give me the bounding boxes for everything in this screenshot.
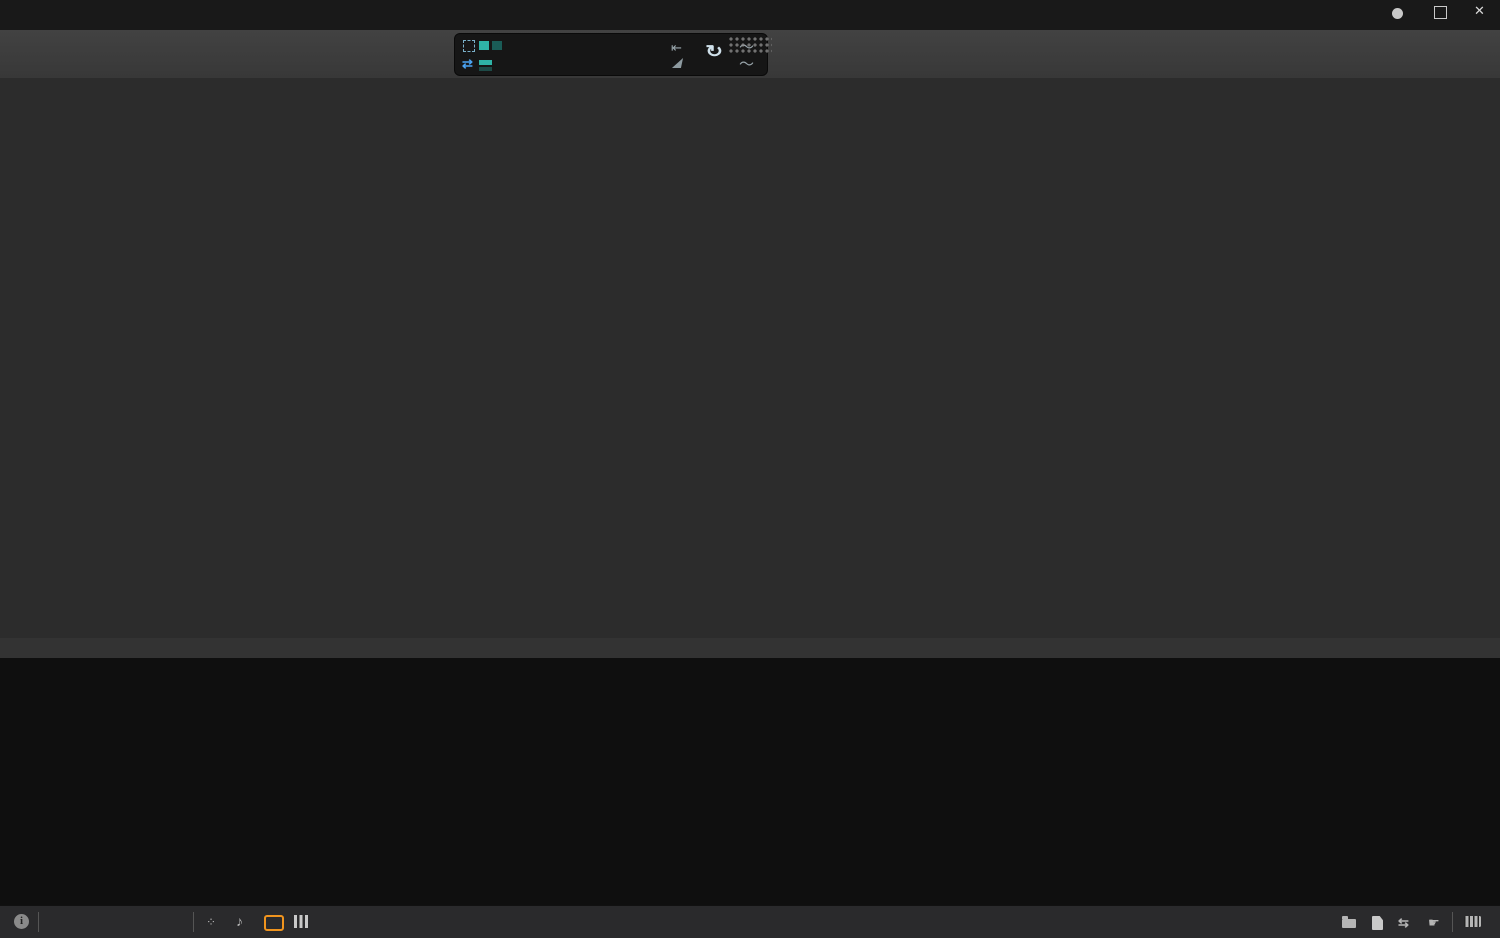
scroll-row bbox=[0, 638, 1500, 658]
device-panel bbox=[0, 658, 1500, 905]
mappings-icon[interactable]: ⇆ bbox=[1398, 915, 1409, 931]
note-editor-icon[interactable]: ♪ bbox=[236, 913, 243, 929]
minimize-button[interactable] bbox=[1392, 8, 1403, 19]
touch-icon[interactable]: ☛ bbox=[1428, 915, 1440, 931]
info-icon[interactable]: i bbox=[14, 914, 29, 929]
status-bar: i ⁘ ♪ ⇆ ☛ bbox=[0, 905, 1500, 938]
post-roll-icon[interactable]: 〜 bbox=[739, 53, 754, 74]
selection-mode-icon[interactable] bbox=[463, 40, 475, 52]
close-window-button[interactable]: ✕ bbox=[1474, 3, 1485, 19]
launcher-indicator-icon bbox=[479, 41, 489, 50]
bitwig-logo bbox=[728, 36, 772, 54]
launcher-bar-icon bbox=[479, 60, 492, 65]
transport-display: ⇄ ⇤ ↻ 〜 〜 bbox=[454, 33, 768, 76]
main-area bbox=[0, 78, 1500, 638]
punch-in-icon[interactable]: ⇤ bbox=[671, 40, 682, 56]
dual-display-icon[interactable]: ⁘ bbox=[206, 915, 216, 929]
maximize-button[interactable] bbox=[1434, 6, 1447, 19]
loop-icon[interactable]: ↻ bbox=[705, 42, 723, 62]
punch-out-icon[interactable] bbox=[671, 58, 684, 68]
project-file-icon[interactable] bbox=[1372, 916, 1383, 930]
device-panel-icon[interactable] bbox=[264, 915, 284, 931]
arranger-bar-icon bbox=[479, 67, 492, 71]
transport-bar: ⇄ ⇤ ↻ 〜 〜 ✕ bbox=[0, 3, 1500, 79]
crossfade-icon[interactable]: ⇄ bbox=[462, 56, 473, 72]
virtual-keyboard-icon[interactable] bbox=[1464, 916, 1481, 927]
mixer-panel-icon[interactable] bbox=[294, 915, 308, 928]
project-tab-bar bbox=[0, 0, 1500, 30]
arranger-indicator-icon bbox=[492, 41, 502, 50]
browser-icon[interactable] bbox=[1342, 916, 1356, 928]
bitwig-window: ⇄ ⇤ ↻ 〜 〜 ✕ i ⁘ ♪ ⇆ ☛ bbox=[0, 0, 1500, 938]
